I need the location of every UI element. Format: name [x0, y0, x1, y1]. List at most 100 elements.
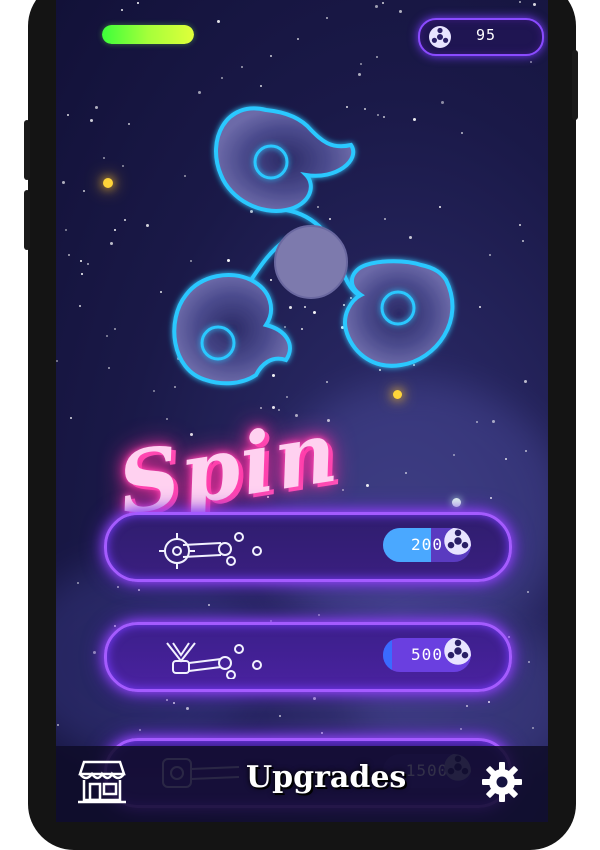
star: [490, 497, 492, 499]
phone-side-button: [572, 50, 578, 120]
upgrade-row[interactable]: 200: [104, 512, 512, 582]
star: [488, 701, 490, 703]
star: [241, 66, 243, 68]
star: [460, 728, 462, 730]
star: [103, 157, 105, 159]
star: [65, 229, 67, 231]
star: [326, 17, 328, 19]
star: [297, 38, 299, 40]
star: [56, 360, 58, 362]
star: [476, 421, 478, 423]
star: [173, 702, 175, 704]
star: [366, 484, 369, 487]
star: [530, 61, 532, 63]
star: [124, 219, 126, 221]
star: [405, 472, 407, 474]
game-screen[interactable]: 95 Spin 200 500 Upgrades: [56, 0, 548, 822]
star: [121, 9, 123, 11]
bottom-bar: Upgrades: [56, 746, 548, 822]
star: [95, 106, 98, 109]
star: [87, 263, 89, 265]
star: [375, 5, 378, 8]
star: [528, 661, 530, 663]
star: [93, 651, 96, 654]
star: [108, 367, 110, 369]
star: [166, 699, 168, 701]
glowing-orb: [103, 178, 113, 188]
star: [270, 55, 272, 57]
star: [527, 591, 529, 593]
gear-icon[interactable]: [480, 760, 524, 804]
star: [453, 454, 455, 456]
star: [122, 165, 124, 167]
star: [114, 229, 116, 231]
pedal-gear-chain-icon: [159, 532, 262, 569]
star: [313, 697, 316, 700]
star: [68, 254, 70, 256]
star: [524, 380, 527, 383]
engine-chain-icon: [166, 642, 262, 679]
star: [137, 2, 139, 4]
spinner-coin-icon: [429, 26, 451, 48]
star: [208, 604, 210, 606]
star: [106, 335, 108, 337]
star: [57, 724, 59, 726]
phone-side-button: [24, 120, 30, 180]
star: [114, 625, 116, 627]
star: [358, 73, 361, 76]
star: [77, 582, 79, 584]
star: [522, 240, 524, 242]
coin-count: 95: [476, 26, 497, 44]
energy-bar-fill: [102, 25, 194, 44]
star: [70, 417, 72, 419]
star: [382, 2, 384, 4]
spinner-bearing: [274, 225, 348, 299]
star: [321, 732, 323, 734]
star: [492, 420, 495, 423]
star: [318, 614, 320, 616]
star: [128, 123, 130, 125]
star: [110, 242, 113, 245]
coin-counter: 95: [418, 18, 544, 56]
star: [505, 458, 507, 460]
star: [489, 254, 491, 256]
star: [532, 727, 534, 729]
glowing-orb: [452, 498, 461, 507]
upgrade-row[interactable]: 500: [104, 622, 512, 692]
star: [466, 705, 468, 707]
star: [360, 63, 362, 65]
fidget-spinner[interactable]: [146, 90, 476, 410]
star: [62, 181, 65, 184]
energy-bar: [102, 25, 194, 44]
upgrades-title: Upgrades: [246, 760, 407, 795]
star: [533, 3, 536, 6]
star: [221, 77, 223, 79]
spinner-coin-icon: [444, 528, 471, 555]
star: [399, 10, 402, 13]
star: [117, 586, 119, 588]
upgrade-cost-button[interactable]: 200: [383, 528, 471, 562]
star: [479, 306, 481, 308]
star: [519, 1, 521, 3]
star: [90, 119, 93, 122]
star: [138, 589, 140, 591]
phone-side-button: [24, 190, 30, 250]
star: [519, 224, 521, 226]
star: [114, 328, 116, 330]
star: [260, 85, 262, 87]
upgrade-cost-button[interactable]: 500: [383, 638, 471, 672]
star: [279, 715, 281, 717]
star: [139, 729, 141, 731]
star: [83, 190, 85, 192]
star: [80, 260, 82, 262]
star: [166, 418, 168, 420]
star: [67, 114, 69, 116]
star: [81, 273, 83, 275]
star: [186, 707, 189, 710]
shop-icon[interactable]: [78, 758, 126, 804]
star: [525, 450, 527, 452]
spinner-coin-icon: [444, 638, 471, 665]
star: [217, 20, 220, 23]
star: [508, 636, 510, 638]
star: [79, 305, 81, 307]
